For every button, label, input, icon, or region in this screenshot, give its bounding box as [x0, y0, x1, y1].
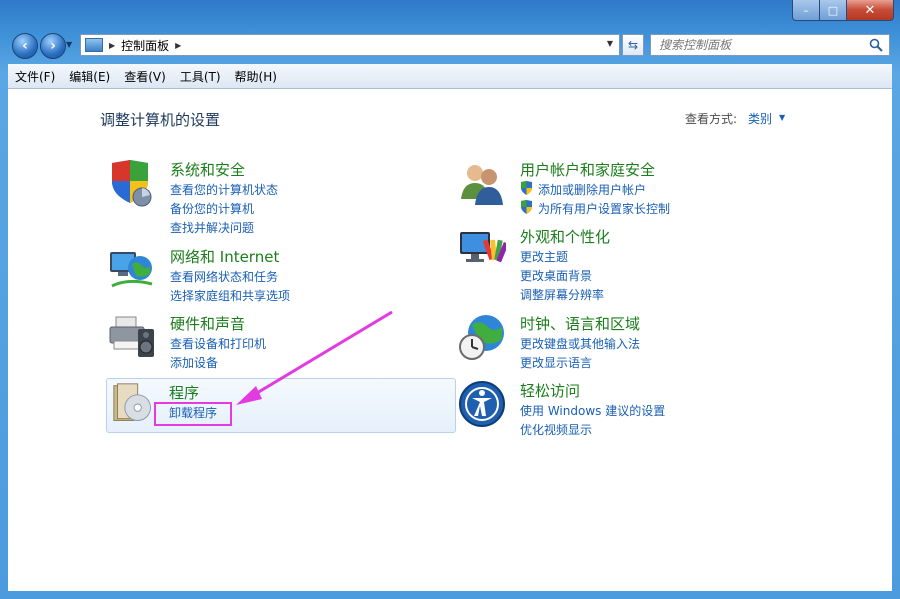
menu-edit[interactable]: 编辑(E) [62, 68, 117, 85]
menu-help[interactable]: 帮助(H) [228, 68, 284, 85]
menu-file[interactable]: 文件(F) [8, 68, 62, 85]
breadcrumb-arrow-icon[interactable]: ▶ [175, 41, 181, 50]
breadcrumb-control-panel[interactable]: 控制面板 [121, 37, 169, 54]
refresh-icon: ⇆ [627, 38, 639, 52]
menu-tools[interactable]: 工具(T) [173, 68, 228, 85]
back-button[interactable]: ‹ [12, 33, 38, 59]
search-input[interactable] [657, 37, 861, 53]
search-box[interactable] [650, 34, 890, 56]
back-arrow-icon: ‹ [22, 38, 28, 54]
control-panel-icon [85, 38, 103, 52]
window-client: ‹ › ▼ ▶ 控制面板 ▶ ▼ ⇆ 文件(F) 编辑(E) [8, 0, 892, 591]
address-dropdown-icon[interactable]: ▼ [607, 39, 613, 48]
search-icon[interactable] [869, 38, 883, 52]
menu-view[interactable]: 查看(V) [117, 68, 173, 85]
breadcrumb-arrow-icon[interactable]: ▶ [109, 41, 115, 50]
content-area: 调整计算机的设置 查看方式: 类别 ▼ 系统和安全 查看您的计算机状态 备份您的… [8, 89, 892, 591]
forward-button[interactable]: › [40, 33, 66, 59]
navigation-bar: ‹ › ▼ ▶ 控制面板 ▶ ▼ ⇆ [8, 30, 892, 60]
recent-pages-dropdown[interactable]: ▼ [66, 40, 72, 49]
forward-arrow-icon: › [50, 38, 56, 54]
refresh-button[interactable]: ⇆ [622, 34, 644, 56]
address-bar[interactable]: ▶ 控制面板 ▶ ▼ [80, 34, 620, 56]
menu-bar: 文件(F) 编辑(E) 查看(V) 工具(T) 帮助(H) [8, 64, 892, 89]
annotation-arrow [236, 310, 393, 405]
control-panel-window: – □ ✕ ‹ › ▼ ▶ 控制面板 ▶ ▼ ⇆ 搜索控制面板 文件(F) 编辑… [0, 0, 900, 599]
